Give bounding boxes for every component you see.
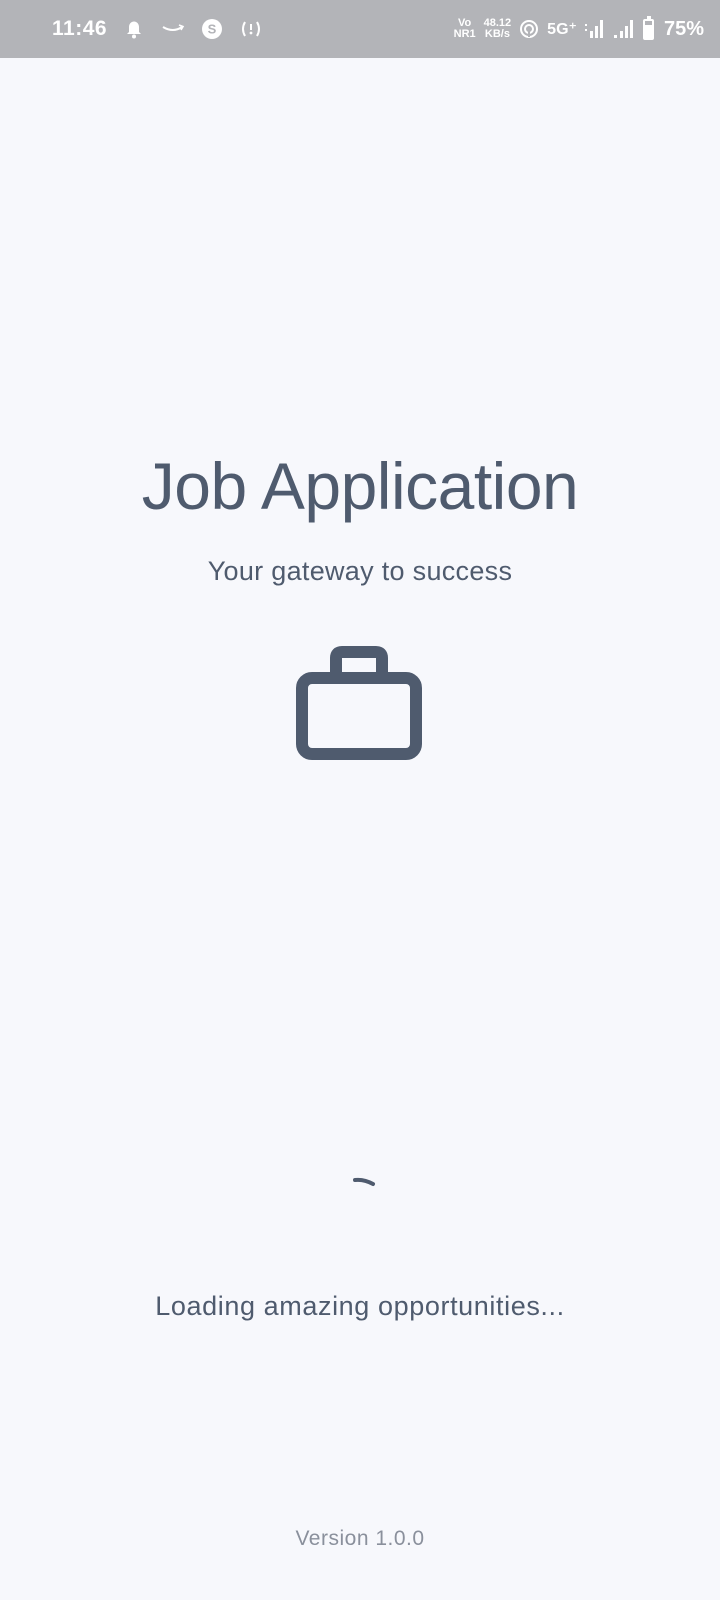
app-subtitle: Your gateway to success <box>207 556 513 586</box>
network-speed: 48.12 KB/s <box>483 17 512 40</box>
briefcase-icon <box>296 646 422 760</box>
signal-bars-icon <box>613 20 633 38</box>
loading-text: Loading amazing opportunities... <box>155 1291 565 1321</box>
s-circle-icon: S <box>202 19 223 39</box>
version-label: Version 1.0.0 <box>295 1527 425 1550</box>
hotspot-icon <box>242 21 261 37</box>
status-time: 11:46 <box>52 17 108 40</box>
app-title: Job Application <box>141 449 579 523</box>
network-type: 5G⁺ <box>547 21 577 38</box>
bell-muted-icon <box>127 21 142 39</box>
wifi-calling-icon <box>520 20 539 38</box>
status-bar: 11:46 S Vo NR1 48.12 KB/s 5G⁺ 75% <box>0 0 720 58</box>
battery-icon <box>642 15 654 40</box>
amazon-smile-icon <box>162 24 185 31</box>
loading-spinner <box>353 1177 375 1186</box>
battery-percent: 75% <box>663 17 704 40</box>
svg-text:S: S <box>208 22 217 37</box>
volte-indicator: Vo NR1 <box>453 17 476 40</box>
signal-bars-icon <box>584 20 603 38</box>
